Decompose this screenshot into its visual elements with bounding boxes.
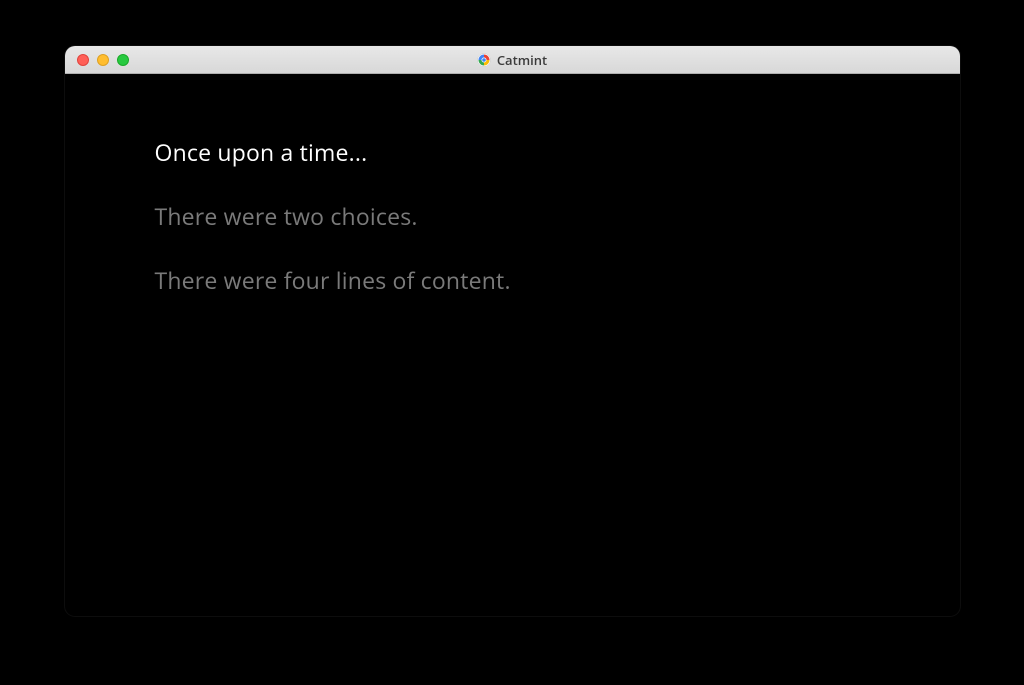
close-button[interactable]: [77, 54, 89, 66]
content-area: Once upon a time... There were two choic…: [65, 74, 960, 390]
app-icon: [477, 53, 491, 67]
minimize-button[interactable]: [97, 54, 109, 66]
story-line: There were two choices.: [155, 200, 870, 232]
story-line: There were four lines of content.: [155, 264, 870, 296]
window-title: Catmint: [497, 51, 547, 69]
window-controls: [65, 54, 129, 66]
app-window: Catmint Once upon a time... There were t…: [65, 46, 960, 616]
titlebar: Catmint: [65, 46, 960, 74]
story-line: Once upon a time...: [155, 136, 870, 168]
title-center: Catmint: [65, 51, 960, 69]
maximize-button[interactable]: [117, 54, 129, 66]
